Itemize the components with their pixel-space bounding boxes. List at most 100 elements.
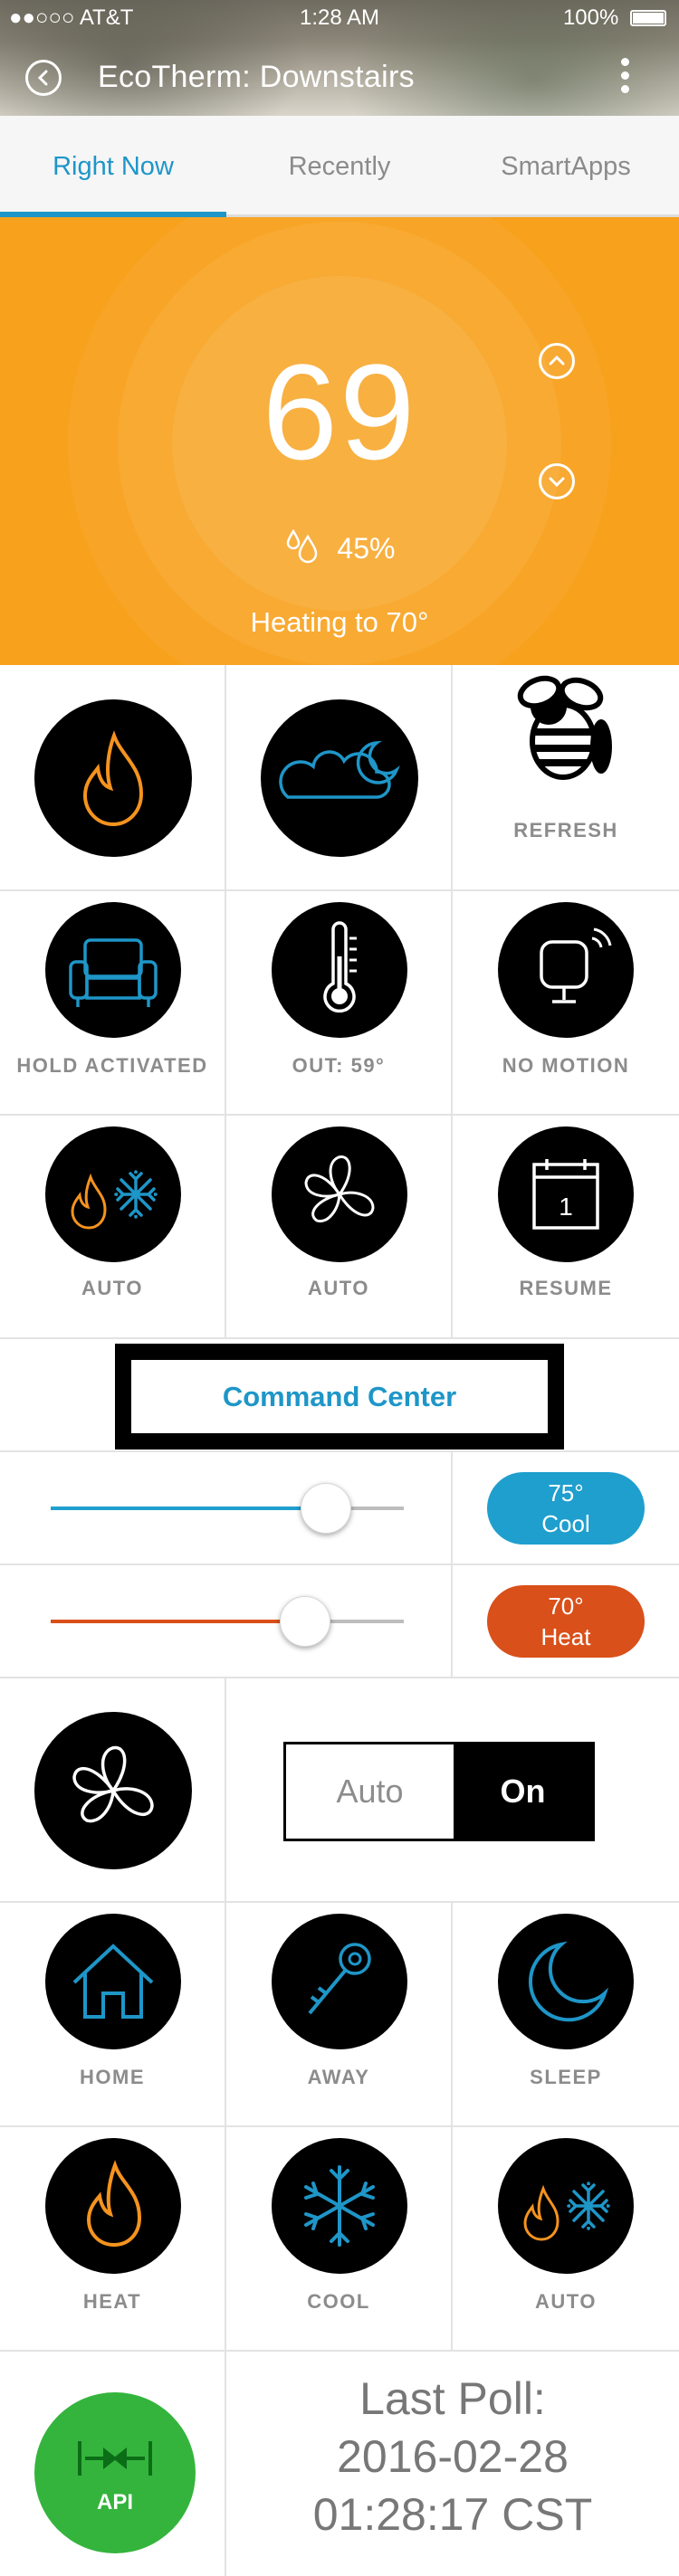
heat-setpoint-badge[interactable]: 70° Heat (487, 1585, 645, 1658)
last-poll-tile: Last Poll: 2016-02-28 01:28:17 CST (226, 2352, 679, 2576)
humidity-readout: 45% (0, 528, 679, 566)
home-label: HOME (80, 2066, 145, 2088)
heat-setpoint-temp: 70° (548, 1592, 584, 1620)
humidity-value: 45% (337, 532, 396, 565)
last-poll-date: 2016-02-28 (337, 2431, 569, 2482)
thermostat-mode-tile[interactable]: AUTO (0, 1116, 226, 1339)
fan-mode-tile[interactable] (0, 1678, 226, 1903)
current-temperature: 69 (262, 336, 417, 488)
refresh-label: REFRESH (513, 819, 618, 841)
heat-setpoint-row: 70° Heat (0, 1565, 679, 1678)
heat-slider-fill (51, 1620, 305, 1623)
thermostat-mode-label: AUTO (81, 1277, 143, 1299)
motion-label: NO MOTION (502, 1054, 630, 1077)
fan-mode-toggle[interactable]: Auto On (283, 1742, 595, 1841)
heat-slider-cell (0, 1565, 453, 1678)
heat-slider-track[interactable] (51, 1596, 404, 1647)
api-button[interactable]: API (34, 2392, 196, 2553)
status-bar: ●●○○○ AT&T 1:28 AM 100% (0, 0, 679, 36)
tab-bar: Right Now Recently SmartApps (0, 116, 679, 217)
thermostat-panel: 69 45% Heating to 70° (0, 217, 679, 665)
chevron-down-icon (549, 477, 565, 488)
tab-smartapps[interactable]: SmartApps (453, 116, 679, 217)
fan-auto-option[interactable]: Auto (286, 1744, 454, 1839)
fan-icon (272, 1126, 407, 1262)
fan-label: AUTO (308, 1277, 369, 1299)
cool-label: COOL (307, 2290, 370, 2313)
resume-tile[interactable]: 1 RESUME (453, 1116, 679, 1339)
outside-temp-tile[interactable]: OUT: 59° (226, 891, 453, 1116)
app-header: ●●○○○ AT&T 1:28 AM 100% EcoTherm: Downst… (0, 0, 679, 116)
cool-setpoint-temp: 75° (548, 1479, 584, 1507)
away-preset-tile[interactable]: AWAY (226, 1903, 453, 2127)
api-label: API (96, 2490, 133, 2514)
auto-label: AUTO (535, 2290, 597, 2313)
heat-label: HEAT (82, 2290, 142, 2313)
fan-tile[interactable]: AUTO (226, 1116, 453, 1339)
temperature-up-button[interactable] (539, 343, 575, 379)
flame-icon (45, 2138, 181, 2274)
snowflake-icon (272, 2138, 407, 2274)
fan-on-option[interactable]: On (454, 1744, 592, 1839)
tab-recently[interactable]: Recently (226, 116, 453, 217)
page-title: EcoTherm: Downstairs (98, 60, 415, 94)
bee-icon (517, 675, 612, 780)
tile-row-1: REFRESH (0, 665, 679, 891)
sleep-preset-tile[interactable]: SLEEP (453, 1903, 679, 2127)
moon-icon (498, 1914, 634, 2049)
motion-tile[interactable]: NO MOTION (453, 891, 679, 1116)
cool-setpoint-mode: Cool (541, 1510, 590, 1537)
operating-status: Heating to 70° (250, 606, 429, 638)
presets-row: HOME AWAY SLEEP (0, 1903, 679, 2127)
cloudy-night-icon (261, 699, 418, 857)
auto-mode-tile[interactable]: AUTO (453, 2127, 679, 2352)
cool-setpoint-badge[interactable]: 75° Cool (487, 1472, 645, 1545)
calendar-icon: 1 (498, 1126, 634, 1262)
tile-row-3: AUTO AUTO 1 RESUME (0, 1116, 679, 1339)
heating-flame-icon (34, 699, 192, 857)
heat-mode-tile[interactable]: HEAT (0, 2127, 226, 2352)
fan-mode-toggle-cell: Auto On (226, 1678, 679, 1903)
command-center-row: Command Center (0, 1339, 679, 1452)
resume-label: RESUME (519, 1277, 613, 1299)
outside-temp-label: OUT: 59° (292, 1054, 386, 1077)
refresh-tile[interactable]: REFRESH (453, 665, 679, 891)
thermometer-icon (272, 902, 407, 1038)
away-label: AWAY (307, 2066, 370, 2088)
armchair-icon (45, 902, 181, 1038)
cool-slider-thumb[interactable] (301, 1483, 351, 1534)
battery-icon (630, 10, 666, 26)
motion-sensor-icon (498, 902, 634, 1038)
navigation-bar: EcoTherm: Downstairs (0, 40, 679, 112)
heat-setpoint-mode: Heat (540, 1623, 591, 1650)
weather-tile[interactable] (226, 665, 453, 891)
poll-row: API Last Poll: 2016-02-28 01:28:17 CST (0, 2352, 679, 2576)
last-poll-time: 01:28:17 CST (312, 2489, 593, 2540)
heat-slider-thumb[interactable] (280, 1596, 330, 1647)
command-center-button[interactable]: Command Center (115, 1344, 564, 1450)
chevron-left-icon (37, 70, 48, 86)
sleep-label: SLEEP (530, 2066, 602, 2088)
cool-mode-tile[interactable]: COOL (226, 2127, 453, 2352)
humidity-icon (286, 528, 317, 564)
more-options-icon[interactable] (621, 58, 630, 99)
back-button[interactable] (25, 60, 62, 96)
temperature-down-button[interactable] (539, 463, 575, 499)
modes-row: HEAT COOL AUTO (0, 2127, 679, 2352)
home-preset-tile[interactable]: HOME (0, 1903, 226, 2127)
battery-percent: 100% (562, 5, 619, 30)
last-poll-heading: Last Poll: (359, 2373, 546, 2424)
calendar-number: 1 (559, 1193, 573, 1221)
api-tile[interactable]: API (0, 2352, 226, 2576)
fan-mode-row: Auto On (0, 1678, 679, 1903)
key-icon (272, 1914, 407, 2049)
collapse-arrows-icon (78, 2441, 152, 2476)
tab-right-now[interactable]: Right Now (0, 116, 226, 217)
hold-label: HOLD ACTIVATED (16, 1054, 208, 1077)
operating-state-tile[interactable] (0, 665, 226, 891)
fan-large-icon (34, 1712, 192, 1869)
hold-tile[interactable]: HOLD ACTIVATED (0, 891, 226, 1116)
cool-slider-track[interactable] (51, 1483, 404, 1534)
cool-setpoint-row: 75° Cool (0, 1452, 679, 1565)
cool-slider-fill (51, 1507, 326, 1510)
